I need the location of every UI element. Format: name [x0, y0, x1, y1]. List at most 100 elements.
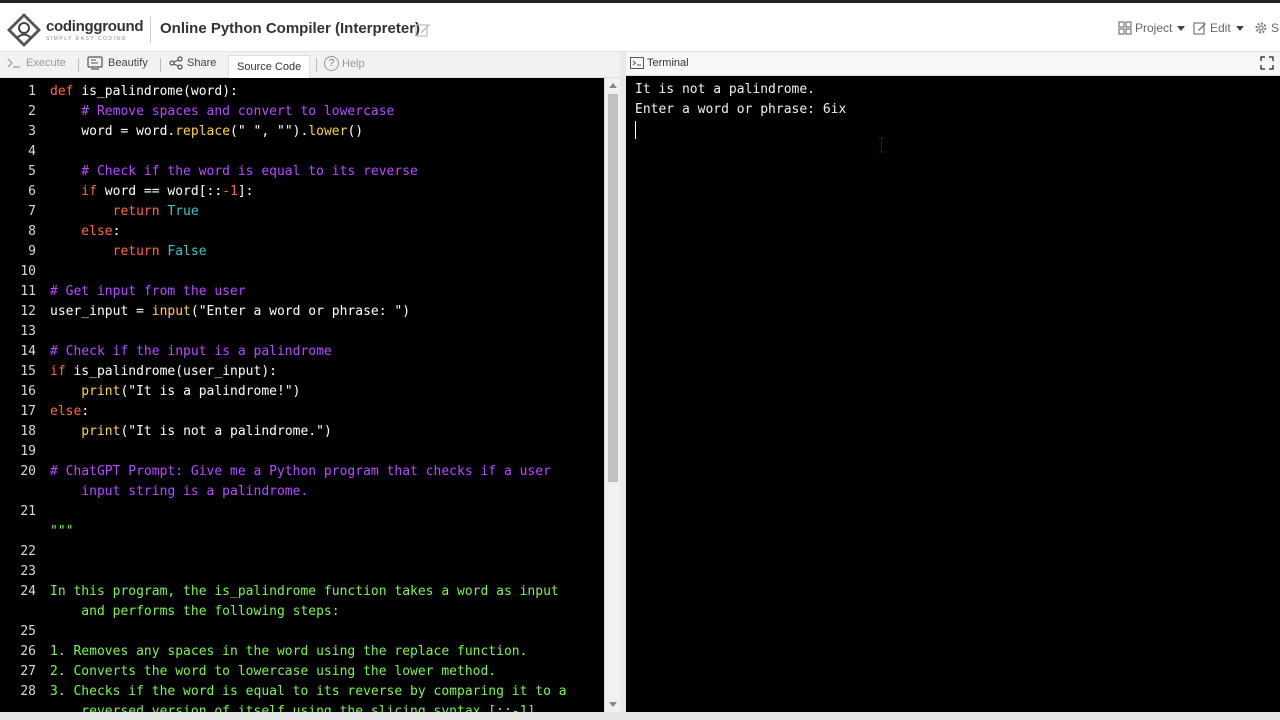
ibeam-cursor-icon — [878, 137, 885, 153]
code-line: 16 print("It is a palindrome!") — [0, 382, 604, 402]
line-number: 6 — [28, 184, 36, 199]
code-text: # Get input from the user — [50, 284, 246, 299]
token: def — [50, 84, 82, 99]
project-menu[interactable]: Project — [1118, 21, 1186, 35]
code-line: 21 — [0, 502, 604, 522]
header-divider — [150, 17, 151, 43]
line-number: 16 — [20, 384, 36, 399]
line-number: 27 — [20, 664, 36, 679]
settings-menu[interactable]: S — [1254, 21, 1279, 35]
code-line: 19 — [0, 442, 604, 462]
line-number: 9 — [28, 244, 36, 259]
top-bar: codingground SIMPLY EASY CODING Online P… — [0, 0, 1280, 52]
share-button[interactable]: Share — [169, 56, 216, 70]
line-number: 15 — [20, 364, 36, 379]
tab-source-code[interactable]: Source Code — [228, 55, 311, 78]
project-menu-label: Project — [1135, 21, 1173, 35]
code-line: 25 — [0, 622, 604, 642]
code-line: 9 return False — [0, 242, 604, 262]
logo-icon — [6, 12, 42, 48]
line-number: 5 — [28, 164, 36, 179]
terminal-line: It is not a palindrome. — [635, 82, 816, 97]
code-line: 7 return True — [0, 202, 604, 222]
beautify-icon — [87, 56, 103, 70]
execute-label: Execute — [26, 57, 66, 69]
line-number: 18 — [20, 424, 36, 439]
line-number: 1 — [28, 84, 36, 99]
token: is_palindrome(word): — [81, 84, 238, 99]
code-line: 26 1. Removes any spaces in the word usin… — [0, 642, 604, 662]
help-icon: ? — [324, 56, 339, 71]
toolbar-separator — [316, 58, 317, 72]
scroll-down-arrow-icon[interactable] — [609, 702, 617, 707]
grid-icon — [1118, 21, 1132, 35]
logo-name: codingground — [46, 18, 144, 35]
code-line: 5 # Check if the word is equal to its re… — [0, 162, 604, 182]
expand-icon[interactable] — [1260, 56, 1274, 70]
line-number: 23 — [20, 564, 36, 579]
edit-icon — [1193, 22, 1206, 35]
code-line: 1 def is_palindrome(word): — [0, 82, 604, 102]
line-number: 3 — [28, 124, 36, 139]
code-editor[interactable]: 1 def is_palindrome(word): 2 # Remove spa… — [0, 78, 604, 712]
line-number: 12 — [20, 304, 36, 319]
code-text: 1. Removes any spaces in the word using … — [50, 644, 528, 659]
line-number: 25 — [20, 624, 36, 639]
code-line: """ — [0, 522, 604, 542]
code-text: # Remove spaces and convert to lowercase — [50, 104, 395, 119]
bottom-bar — [0, 712, 1280, 720]
code-line: 3 word = word.replace(" ", "").lower() — [0, 122, 604, 142]
code-line: 28 3. Checks if the word is equal to its … — [0, 682, 604, 702]
code-line: 18 print("It is not a palindrome.") — [0, 422, 604, 442]
code-line: 17 else: — [0, 402, 604, 422]
code-line: 24 In this program, the is_palindrome fun… — [0, 582, 604, 602]
terminal-header: Terminal — [626, 52, 1280, 76]
code-line: 11 # Get input from the user — [0, 282, 604, 302]
line-number: 10 — [20, 264, 36, 279]
code-line: 8 else: — [0, 222, 604, 242]
page-title: Online Python Compiler (Interpreter) — [160, 20, 421, 37]
scroll-up-arrow-icon[interactable] — [609, 83, 617, 88]
settings-menu-label: S — [1271, 21, 1280, 35]
code-text: # Check if the input is a palindrome — [50, 344, 332, 359]
beautify-button[interactable]: Beautify — [87, 56, 148, 70]
help-button[interactable]: ? Help — [324, 56, 365, 71]
edit-menu[interactable]: Edit — [1193, 21, 1244, 35]
code-line: 13 — [0, 322, 604, 342]
line-number: 17 — [20, 404, 36, 419]
gear-icon — [1255, 22, 1267, 34]
code-text: reversed version of itself using the sli… — [50, 704, 544, 712]
terminal-icon — [630, 57, 644, 69]
share-label: Share — [187, 57, 217, 69]
line-number: 13 — [20, 324, 36, 339]
code-line: reversed version of itself using the sli… — [0, 702, 604, 712]
line-number: 21 — [20, 504, 36, 519]
code-text: # Check if the word is equal to its reve… — [50, 164, 418, 179]
line-number: 22 — [20, 544, 36, 559]
line-number: 26 — [20, 644, 36, 659]
execute-button[interactable]: Execute — [6, 56, 66, 70]
code-line: 10 — [0, 262, 604, 282]
line-number: 8 — [28, 224, 36, 239]
chevron-down-icon — [1235, 25, 1244, 31]
scrollbar-thumb[interactable] — [608, 94, 618, 482]
editor-scrollbar[interactable] — [604, 78, 620, 712]
code-text: 3. Checks if the word is equal to its re… — [50, 684, 567, 699]
text-cursor — [635, 121, 636, 139]
edit-title-icon[interactable] — [415, 22, 431, 38]
line-number: 20 — [20, 464, 36, 479]
execute-icon — [7, 58, 20, 68]
code-text: In this program, the is_palindrome funct… — [50, 584, 559, 599]
code-line: 22 — [0, 542, 604, 562]
code-line: 27 2. Converts the word to lowercase usin… — [0, 662, 604, 682]
code-line: 15 if is_palindrome(user_input): — [0, 362, 604, 382]
terminal-output[interactable]: It is not a palindrome. Enter a word or … — [626, 76, 1280, 712]
logo[interactable]: codingground SIMPLY EASY CODING — [6, 11, 146, 49]
code-text: 2. Converts the word to lowercase using … — [50, 664, 497, 679]
code-text: input string is a palindrome. — [50, 484, 309, 499]
edit-menu-label: Edit — [1210, 21, 1231, 35]
code-line: 4 — [0, 142, 604, 162]
line-number: 28 — [20, 684, 36, 699]
share-icon — [169, 56, 183, 70]
code-line: 12 user_input = input("Enter a word or ph… — [0, 302, 604, 322]
